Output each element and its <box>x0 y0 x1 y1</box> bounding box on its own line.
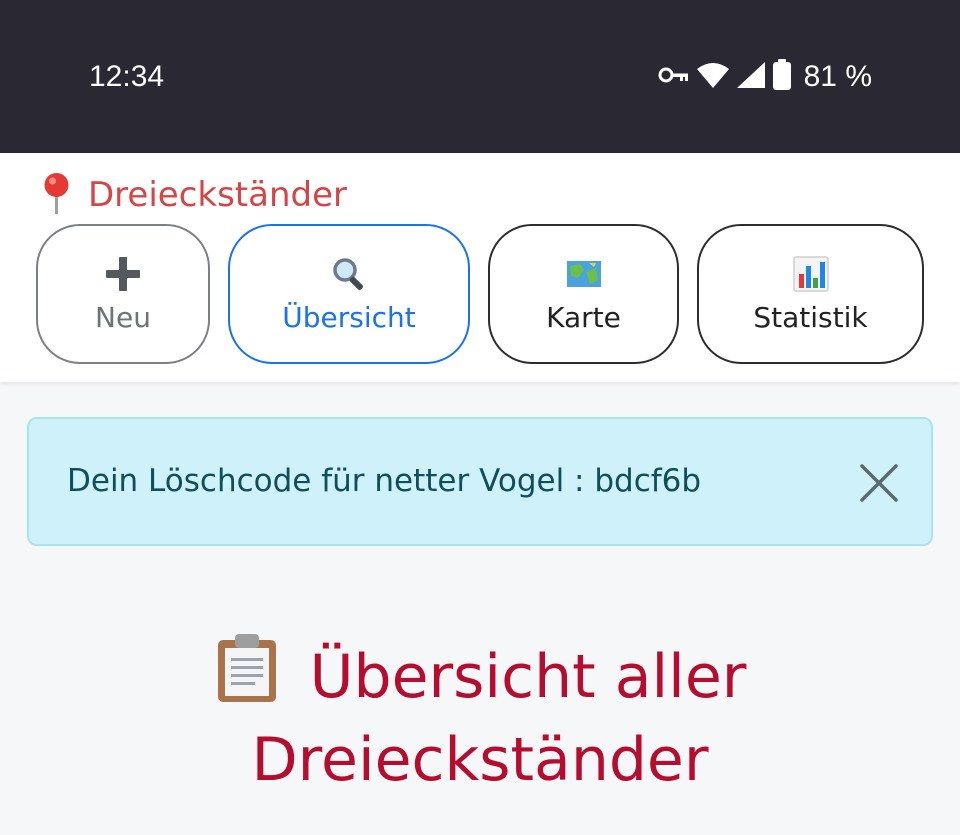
magnifier-icon <box>331 255 367 293</box>
nav-button-uebersicht[interactable]: Übersicht <box>228 224 470 364</box>
wifi-icon <box>696 61 730 93</box>
clipboard-icon <box>214 632 280 722</box>
signal-icon <box>736 61 766 93</box>
nav-button-neu[interactable]: Neu <box>36 224 210 364</box>
nav-label-statistik: Statistik <box>753 300 868 334</box>
plus-icon <box>105 255 141 293</box>
map-icon <box>566 255 602 293</box>
alert-message: Dein Löschcode für netter Vogel : bdcf6b <box>67 463 702 499</box>
brand[interactable]: Dreieckständer <box>40 172 347 218</box>
battery-icon <box>772 59 792 95</box>
nav-label-karte: Karte <box>546 300 621 334</box>
battery-percent: 81 % <box>803 60 872 93</box>
page-title: Übersicht aller Dreieckständer <box>0 632 960 798</box>
brand-label: Dreieckständer <box>88 175 347 215</box>
location-pin-icon <box>40 172 74 218</box>
page-title-line2: Dreieckständer <box>251 725 709 795</box>
nav-button-statistik[interactable]: Statistik <box>697 224 924 364</box>
bar-chart-icon <box>792 255 829 293</box>
clock: 12:34 <box>89 60 165 93</box>
status-icons: 81 % <box>658 57 872 97</box>
page-title-line1: Übersicht aller <box>309 642 747 712</box>
info-alert: Dein Löschcode für netter Vogel : bdcf6b <box>27 417 933 546</box>
vpn-key-icon <box>658 64 690 90</box>
nav-button-karte[interactable]: Karte <box>488 224 679 364</box>
nav-label-uebersicht: Übersicht <box>282 300 416 334</box>
status-bar: 12:34 81 % <box>0 0 960 153</box>
nav-label-neu: Neu <box>95 300 151 334</box>
close-icon[interactable] <box>859 463 899 503</box>
